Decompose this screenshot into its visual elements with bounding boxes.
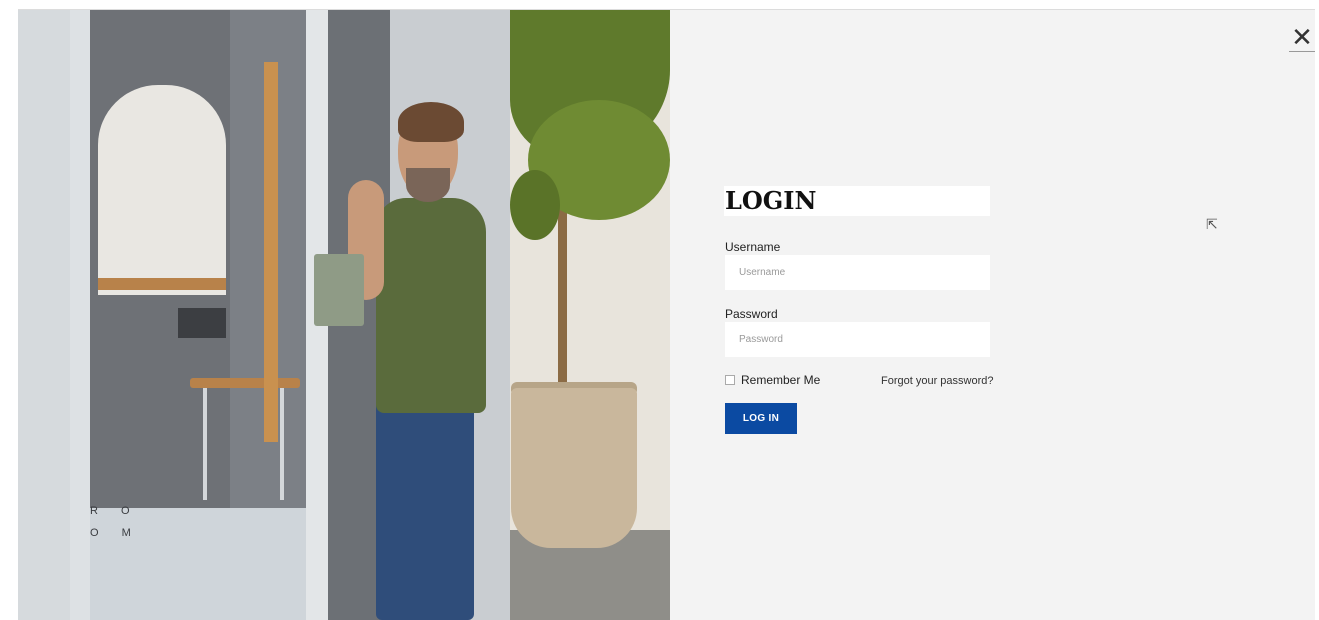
photo-booth-shelf-wall [98,85,226,295]
photo-person-beard [406,168,450,202]
photo-room-label: R O O M [90,505,141,539]
photo-pot [511,388,637,548]
photo-wall-left [18,10,78,620]
login-button[interactable]: LOG IN [725,403,797,434]
photo-person-jeans [376,383,474,620]
login-modal: R O O M ✕ LOGIN Username Password Rememb… [18,9,1315,620]
photo-stool [190,378,300,388]
photo-stool-leg [280,388,284,500]
password-label: Password [725,307,778,321]
close-icon: ✕ [1291,22,1313,53]
photo-door-handle [264,62,278,442]
photo-booth-edge [70,10,90,620]
close-button[interactable]: ✕ [1289,24,1315,52]
photo-stool-leg [203,388,207,500]
photo-outlet [178,308,226,338]
mouse-cursor-icon: ⇱ [1206,217,1218,233]
username-input[interactable] [725,255,990,290]
photo-booth-shelf [98,278,226,290]
photo-person-hair [398,102,464,142]
room-photo: R O O M [18,10,670,620]
remember-me[interactable]: Remember Me [725,373,820,387]
username-label: Username [725,240,781,254]
password-input[interactable] [725,322,990,357]
photo-book [314,254,364,326]
forgot-password-link[interactable]: Forgot your password? [881,374,994,388]
photo-person-shirt [376,198,486,413]
remember-me-label: Remember Me [741,373,821,387]
remember-me-checkbox[interactable] [725,375,735,385]
photo-plant-leaves [510,170,560,240]
login-title: LOGIN [725,186,817,215]
